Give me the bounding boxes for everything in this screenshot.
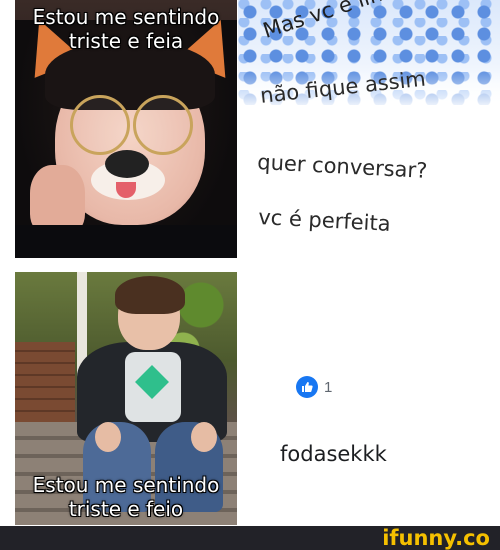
hand: [191, 422, 217, 452]
meme-caption-line1: Estou me sentindo: [32, 473, 220, 497]
watermark-bar: ifunny.co: [0, 526, 500, 550]
glasses-lens: [133, 95, 193, 155]
meme-caption-line2: triste e feio: [68, 497, 184, 521]
shirt: [15, 225, 237, 258]
sad-girl-photo: Estou me sentindo triste e feia: [15, 0, 237, 258]
dog-nose-filter: [105, 150, 149, 178]
sad-boy-photo: Estou me sentindo triste e feio: [15, 272, 237, 525]
glasses-lens: [70, 95, 130, 155]
hand: [95, 422, 121, 452]
comment-line-3: quer conversar?: [256, 150, 428, 183]
meme-caption-line1: Estou me sentindo: [32, 5, 220, 29]
thumbs-up-icon: [296, 376, 318, 398]
meme-caption-line2: triste e feia: [68, 29, 184, 53]
ifunny-watermark: ifunny.co: [382, 526, 490, 550]
reaction-count: 1: [324, 378, 333, 396]
comment-line-4: vc é perfeita: [257, 205, 392, 236]
reaction-summary[interactable]: 1: [296, 375, 332, 399]
hair: [115, 276, 185, 314]
reply-text: fodasekkk: [280, 442, 387, 466]
